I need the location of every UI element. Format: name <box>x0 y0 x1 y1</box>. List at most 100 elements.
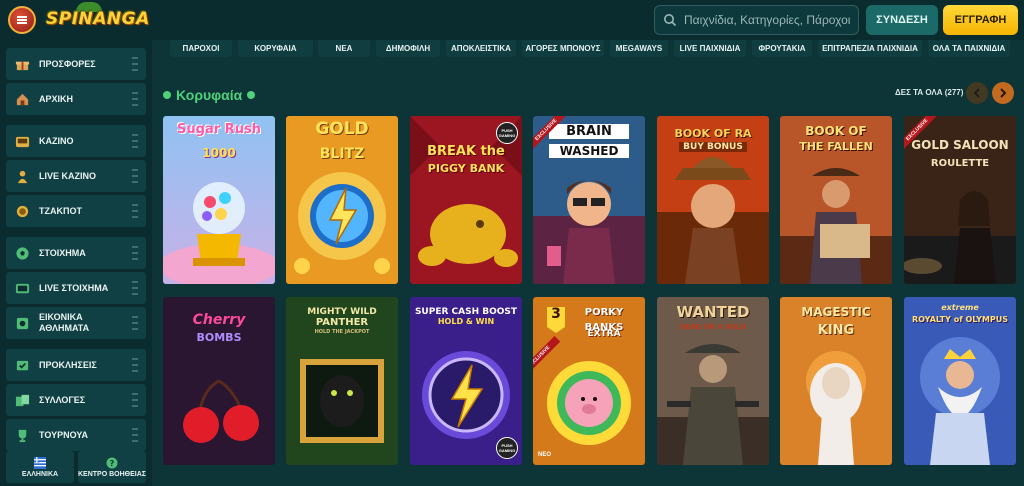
virtual-sports-icon <box>14 315 30 331</box>
game-tile-brain-washed[interactable]: BRAIN WASHED EXCLUSIVE <box>533 116 645 284</box>
help-center-button[interactable]: ? ΚΕΝΤΡΟ ΒΟΗΘΕΙΑΣ <box>78 451 146 483</box>
sidebar-item-jackpot[interactable]: ΤΖΑΚΠΟΤ <box>6 195 146 227</box>
game-tile-wanted-dead-or-a-wild[interactable]: WANTED DEAD OR A WILD <box>657 297 769 465</box>
tab-table-games[interactable]: ΕΠΙΤΡΑΠΕΖΙΑ ΠΑΙΧΝΙΔΙΑ <box>818 40 922 57</box>
game-tile-book-of-the-fallen[interactable]: BOOK OF THE FALLEN <box>780 116 892 284</box>
tab-top[interactable]: ΚΟΡΥΦΑΙΑ <box>238 40 313 57</box>
sidebar-item-label: LIVE ΣΤΟΙΧΗΜΑ <box>39 282 109 293</box>
game-tile-magestic-king[interactable]: MAGESTIC KING <box>780 297 892 465</box>
drag-handle-icon <box>132 134 138 148</box>
game-subtitle: BOMBS <box>196 331 242 344</box>
sidebar-item-label: ΤΟΥΡΝΟΥΑ <box>39 429 89 440</box>
live-tv-icon <box>14 280 30 296</box>
game-tile-gold-saloon-roulette[interactable]: GOLD SALOON ROULETTE EXCLUSIVE <box>904 116 1016 284</box>
game-tile-super-cash-boost[interactable]: SUPER CASH BOOST HOLD & WIN PUSH GAMING <box>410 297 522 465</box>
sidebar-item-home[interactable]: ΑΡΧΙΚΗ <box>6 83 146 115</box>
sidebar-item-betting[interactable]: ΣΤΟΙΧΗΜΑ <box>6 237 146 269</box>
collections-icon <box>14 392 30 408</box>
see-all-link[interactable]: ΔΕΣ ΤΑ ΟΛΑ (277) <box>895 88 963 97</box>
game-title: GOLD SALOON <box>911 138 1009 152</box>
search-input[interactable] <box>684 13 858 27</box>
game-art <box>286 116 398 284</box>
tab-providers[interactable]: ΠΑΡΟΧΟΙ <box>170 40 232 57</box>
provider-logo: PUSH GAMING <box>496 122 518 144</box>
drag-handle-icon <box>132 169 138 183</box>
game-tile-sugar-rush[interactable]: Sugar Rush 1000 <box>163 116 275 284</box>
game-subtitle: HOLD & WIN <box>437 317 495 326</box>
game-tile-book-of-ra[interactable]: BOOK OF RA BUY BONUS <box>657 116 769 284</box>
tab-new[interactable]: ΝΕΑ <box>318 40 370 57</box>
sidebar-item-live-casino[interactable]: LIVE ΚΑΖΙΝΟ <box>6 160 146 192</box>
sidebar-item-label: ΠΡΟΣΦΟΡΕΣ <box>39 58 96 69</box>
game-subtitle: WASHED <box>549 144 629 158</box>
next-arrow-button[interactable] <box>992 82 1014 104</box>
login-button[interactable]: ΣΥΝΔΕΣΗ <box>866 5 938 35</box>
sidebar-item-tournaments[interactable]: ΤΟΥΡΝΟΥΑ <box>6 419 146 451</box>
section-title: Κορυφαία <box>163 87 256 103</box>
sidebar-item-virtual-sports[interactable]: ΕΙΚΟΝΙΚΑ ΑΘΛΗΜΑΤΑ <box>6 307 146 339</box>
sidebar-item-offers[interactable]: ΠΡΟΣΦΟΡΕΣ <box>6 48 146 80</box>
chevron-left-icon <box>973 88 980 98</box>
sidebar-item-label: ΚΑΖΙΝΟ <box>39 135 74 146</box>
sidebar-item-label: LIVE ΚΑΖΙΝΟ <box>39 170 97 181</box>
drag-handle-icon <box>132 428 138 442</box>
tab-popular[interactable]: ΔΗΜΟΦΙΛΗ <box>376 40 440 57</box>
game-title: Sugar Rush <box>177 122 261 137</box>
game-title: BREAK the <box>427 144 505 159</box>
game-subtitle: THE FALLEN <box>799 140 873 153</box>
drag-handle-icon <box>132 358 138 372</box>
menu-icon <box>17 16 27 24</box>
tab-all-games[interactable]: ΟΛΑ ΤΑ ΠΑΙΧΝΙΔΙΑ <box>928 40 1010 57</box>
tab-bonus-buy[interactable]: ΑΓΟΡΕΣ ΜΠΟΝΟΥΣ <box>522 40 604 57</box>
chevron-right-icon <box>1000 88 1007 98</box>
help-label: ΚΕΝΤΡΟ ΒΟΗΘΕΙΑΣ <box>78 470 146 478</box>
game-subtitle: EXTRA <box>587 329 621 339</box>
tab-fruits[interactable]: ΦΡΟΥΤΑΚΙΑ <box>752 40 812 57</box>
game-tile-extreme-royalty-of-olympus[interactable]: extreme ROYALTY of OLYMPUS <box>904 297 1016 465</box>
register-button[interactable]: ΕΓΓΡΑΦΗ <box>943 5 1018 35</box>
game-title: BOOK OF <box>805 124 867 138</box>
menu-toggle-button[interactable] <box>8 6 36 34</box>
game-title: WANTED <box>676 303 750 321</box>
prev-arrow-button[interactable] <box>966 82 988 104</box>
game-title: BOOK OF RA <box>674 127 752 140</box>
search-box[interactable] <box>654 5 859 35</box>
game-subtitle: ROYALTY of OLYMPUS <box>912 315 1008 324</box>
sidebar-item-label: ΤΖΑΚΠΟΤ <box>39 205 82 216</box>
game-subtitle: DEAD OR A WILD <box>679 323 747 331</box>
language-selector[interactable]: ΕΛΛΗΝΙΚΑ <box>6 451 74 483</box>
sidebar-item-label: ΣΤΟΙΧΗΜΑ <box>39 247 86 258</box>
sidebar-item-live-betting[interactable]: LIVE ΣΤΟΙΧΗΜΑ <box>6 272 146 304</box>
game-tile-break-the-piggy-bank[interactable]: BREAK the PIGGY BANK PUSH GAMING <box>410 116 522 284</box>
search-icon <box>664 14 677 27</box>
language-label: ΕΛΛΗΝΙΚΑ <box>21 470 59 478</box>
section-dot-icon <box>247 91 256 99</box>
sidebar-item-label: ΠΡΟΚΛΗΣΕΙΣ <box>39 359 97 370</box>
tab-exclusive[interactable]: ΑΠΟΚΛΕΙΣΤΙΚΑ <box>446 40 516 57</box>
sidebar-item-challenges[interactable]: ΠΡΟΚΛΗΣΕΙΣ <box>6 349 146 381</box>
football-icon <box>14 245 30 261</box>
game-tile-mighty-wild-panther[interactable]: MIGHTY WILD PANTHER HOLD THE JACKPOT <box>286 297 398 465</box>
help-icon: ? <box>106 457 118 468</box>
jackpot-icon <box>14 203 30 219</box>
game-title: BRAIN <box>549 124 629 139</box>
category-tabs: ΠΑΡΟΧΟΙ ΚΟΡΥΦΑΙΑ ΝΕΑ ΔΗΜΟΦΙΛΗ ΑΠΟΚΛΕΙΣΤΙ… <box>152 40 1024 58</box>
game-art <box>163 116 275 284</box>
sidebar-item-casino[interactable]: ΚΑΖΙΝΟ <box>6 125 146 157</box>
sidebar-item-collections[interactable]: ΣΥΛΛΟΓΕΣ <box>6 384 146 416</box>
drag-handle-icon <box>132 393 138 407</box>
greek-flag-icon <box>34 456 46 469</box>
tab-megaways[interactable]: MEGAWAYS <box>610 40 668 57</box>
tab-live-games[interactable]: LIVE ΠΑΙΧΝΙΔΙΑ <box>674 40 746 57</box>
logo[interactable]: SPINANGA <box>46 2 149 38</box>
drag-handle-icon <box>132 281 138 295</box>
game-tile-gold-blitz[interactable]: GOLD BLITZ <box>286 116 398 284</box>
game-title: Cherry <box>192 312 246 328</box>
casino-icon <box>14 133 30 149</box>
home-icon <box>14 91 30 107</box>
game-tile-porky-banks-extra[interactable]: 3 PORKY BANKS EXTRA EXCLUSIVE NEO <box>533 297 645 465</box>
drag-handle-icon <box>132 204 138 218</box>
game-subtitle: BUY BONUS <box>679 142 747 152</box>
game-tile-cherry-bombs[interactable]: Cherry BOMBS <box>163 297 275 465</box>
top-bar: SPINANGA ΣΥΝΔΕΣΗ ΕΓΓΡΑΦΗ <box>0 0 1024 40</box>
